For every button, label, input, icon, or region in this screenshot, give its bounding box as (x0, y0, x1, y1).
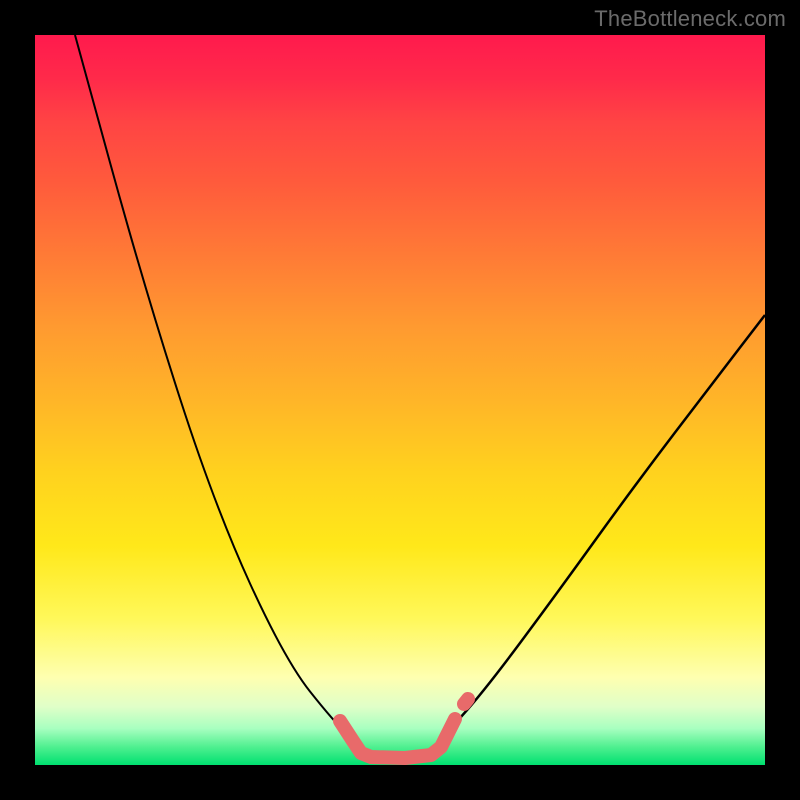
chart-frame: TheBottleneck.com (0, 0, 800, 800)
plot-area (35, 35, 765, 765)
left-curve (75, 35, 355, 740)
right-curve (443, 315, 765, 737)
trough-link (340, 719, 455, 758)
watermark-text: TheBottleneck.com (594, 6, 786, 32)
curves-layer (35, 35, 765, 765)
trough-dot (464, 699, 468, 704)
